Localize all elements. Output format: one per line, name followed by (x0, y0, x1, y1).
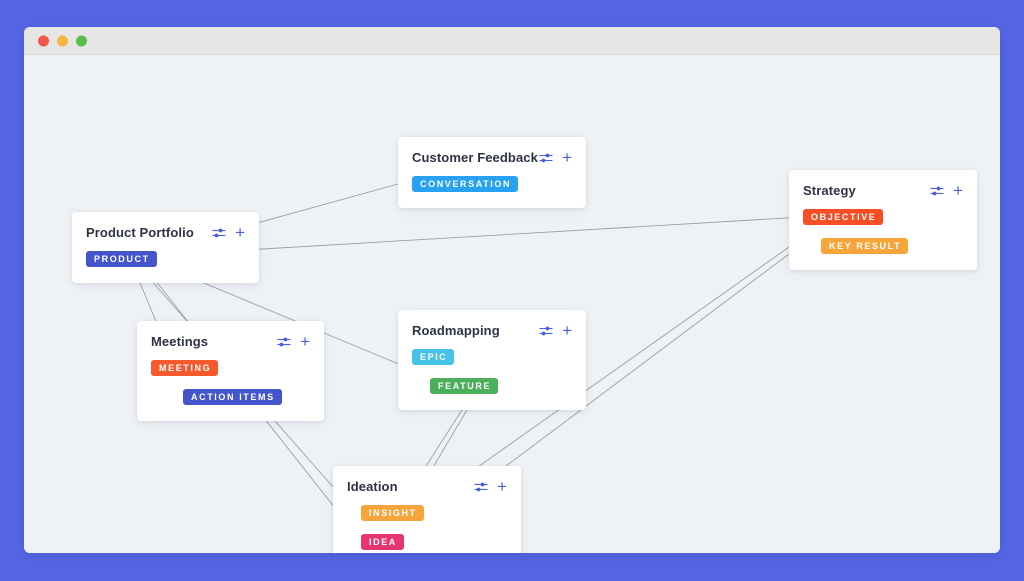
card-body: CONVERSATION (398, 165, 586, 208)
card-actions: + (474, 478, 507, 495)
app-window: Product Portfolio + PRODUCT Customer Fee… (24, 27, 1000, 553)
tag-key-result[interactable]: KEY RESULT (821, 238, 909, 254)
tag-conversation[interactable]: CONVERSATION (412, 176, 519, 192)
window-titlebar (24, 27, 1000, 55)
card-body: INSIGHT IDEA (333, 494, 521, 553)
tag-row: EPIC (412, 347, 572, 365)
card-title: Product Portfolio (86, 225, 194, 240)
card-actions: + (539, 149, 572, 166)
tag-action-items[interactable]: ACTION ITEMS (183, 389, 282, 405)
card-title: Meetings (151, 334, 209, 349)
add-icon[interactable]: + (235, 224, 245, 241)
card-title: Roadmapping (412, 323, 500, 338)
tag-row: IDEA (361, 532, 507, 550)
card-meetings[interactable]: Meetings + MEETING ACTION ITEMS (137, 321, 324, 421)
tag-row: PRODUCT (86, 249, 245, 267)
card-body: EPIC FEATURE (398, 338, 586, 410)
tag-epic[interactable]: EPIC (412, 349, 455, 365)
add-icon[interactable]: + (300, 333, 310, 350)
card-ideation[interactable]: Ideation + INSIGHT IDEA (333, 466, 521, 553)
card-title: Customer Feedback (412, 150, 538, 165)
tag-feature[interactable]: FEATURE (430, 378, 499, 394)
sliders-icon[interactable] (539, 152, 553, 164)
add-icon[interactable]: + (953, 182, 963, 199)
card-header: Strategy + (789, 170, 977, 199)
tag-row: ACTION ITEMS (183, 387, 310, 405)
sliders-icon[interactable] (474, 481, 488, 493)
card-header: Meetings + (137, 321, 324, 350)
tag-row: KEY RESULT (821, 236, 963, 254)
card-body: OBJECTIVE KEY RESULT (789, 198, 977, 270)
card-actions: + (930, 182, 963, 199)
tag-insight[interactable]: INSIGHT (361, 505, 424, 521)
card-roadmapping[interactable]: Roadmapping + EPIC FEATURE (398, 310, 586, 410)
card-body: PRODUCT (72, 240, 259, 283)
card-title: Strategy (803, 183, 856, 198)
card-header: Customer Feedback + (398, 137, 586, 166)
close-button[interactable] (38, 35, 49, 46)
card-header: Ideation + (333, 466, 521, 495)
add-icon[interactable]: + (562, 322, 572, 339)
sliders-icon[interactable] (930, 185, 944, 197)
tag-product[interactable]: PRODUCT (86, 251, 157, 267)
card-body: MEETING ACTION ITEMS (137, 349, 324, 421)
card-actions: + (277, 333, 310, 350)
tag-idea[interactable]: IDEA (361, 534, 404, 550)
minimize-button[interactable] (57, 35, 68, 46)
card-title: Ideation (347, 479, 398, 494)
tag-meeting[interactable]: MEETING (151, 360, 219, 376)
tag-objective[interactable]: OBJECTIVE (803, 209, 884, 225)
tag-row: MEETING (151, 358, 310, 376)
tag-row: CONVERSATION (412, 174, 572, 192)
card-product-portfolio[interactable]: Product Portfolio + PRODUCT (72, 212, 259, 283)
traffic-light-group (38, 35, 87, 46)
tag-row: FEATURE (430, 376, 572, 394)
card-header: Roadmapping + (398, 310, 586, 339)
card-actions: + (539, 322, 572, 339)
card-header: Product Portfolio + (72, 212, 259, 241)
card-strategy[interactable]: Strategy + OBJECTIVE KEY RESULT (789, 170, 977, 270)
sliders-icon[interactable] (212, 227, 226, 239)
tag-row: INSIGHT (361, 503, 507, 521)
add-icon[interactable]: + (562, 149, 572, 166)
maximize-button[interactable] (76, 35, 87, 46)
card-customer-feedback[interactable]: Customer Feedback + CONVERSATION (398, 137, 586, 208)
card-actions: + (212, 224, 245, 241)
sliders-icon[interactable] (277, 336, 291, 348)
board-canvas[interactable]: Product Portfolio + PRODUCT Customer Fee… (24, 55, 1000, 553)
sliders-icon[interactable] (539, 325, 553, 337)
add-icon[interactable]: + (497, 478, 507, 495)
tag-row: OBJECTIVE (803, 207, 963, 225)
